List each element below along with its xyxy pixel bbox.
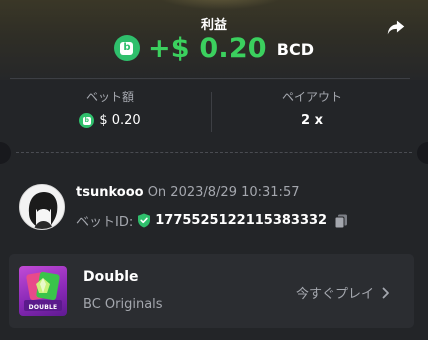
share-icon[interactable] [385, 16, 407, 38]
profit-currency: BCD [276, 40, 315, 59]
username[interactable]: tsunkooo [76, 185, 144, 200]
game-row[interactable]: DOUBLE Double BC Originals 今すぐプレイ [9, 254, 414, 328]
profit-amount: +$ 0.20 [147, 32, 267, 64]
bc-coin-icon: b [113, 35, 140, 61]
username-line: tsunkooo On 2023/8/29 10:31:57 [76, 185, 299, 200]
profit-label: 利益 [200, 18, 227, 33]
play-now-label: 今すぐプレイ [296, 287, 375, 302]
game-subtitle: BC Originals [83, 297, 163, 312]
bet-amount-stat: ベット額 b $ 0.20 [10, 88, 210, 128]
chevron-right-icon [382, 287, 389, 298]
header-glow [150, 0, 290, 10]
copy-icon[interactable] [333, 213, 349, 229]
game-thumbnail: DOUBLE [19, 266, 67, 316]
bet-detail-card: 利益 b +$ 0.20 BCD ベット額 b $ 0.20 ペイアウト 2 x [0, 0, 428, 340]
play-now-link[interactable]: 今すぐプレイ [296, 283, 390, 302]
avatar-image [20, 185, 64, 229]
dashed-divider [16, 152, 412, 153]
ticket-notch-left [0, 142, 11, 164]
payout-value-row: 2 x [212, 113, 412, 128]
bet-amount-label: ベット額 [85, 90, 134, 104]
payout-label: ペイアウト [281, 90, 342, 104]
payout-stat: ペイアウト 2 x [212, 88, 412, 128]
ticket-notch-right [417, 142, 428, 164]
shield-check-icon [138, 213, 151, 228]
profit-row: b +$ 0.20 BCD [0, 32, 428, 64]
bet-amount-value-row: b $ 0.20 [10, 113, 210, 128]
avatar[interactable] [19, 184, 65, 230]
header-divider [10, 78, 410, 79]
bet-id-label: ベットID: [76, 215, 134, 230]
bet-id-line: ベットID: 1775525122115383332 [76, 211, 349, 230]
game-thumb-label: DOUBLE [28, 304, 58, 311]
profit-header: 利益 b +$ 0.20 BCD [0, 0, 428, 80]
game-title: Double [83, 269, 139, 285]
bet-id-value: 1775525122115383332 [155, 213, 328, 228]
bc-coin-icon: b [79, 113, 95, 128]
bet-amount-value: $ 0.20 [99, 113, 141, 128]
payout-value: 2 x [301, 113, 323, 128]
bet-timestamp: On 2023/8/29 10:31:57 [147, 185, 300, 200]
